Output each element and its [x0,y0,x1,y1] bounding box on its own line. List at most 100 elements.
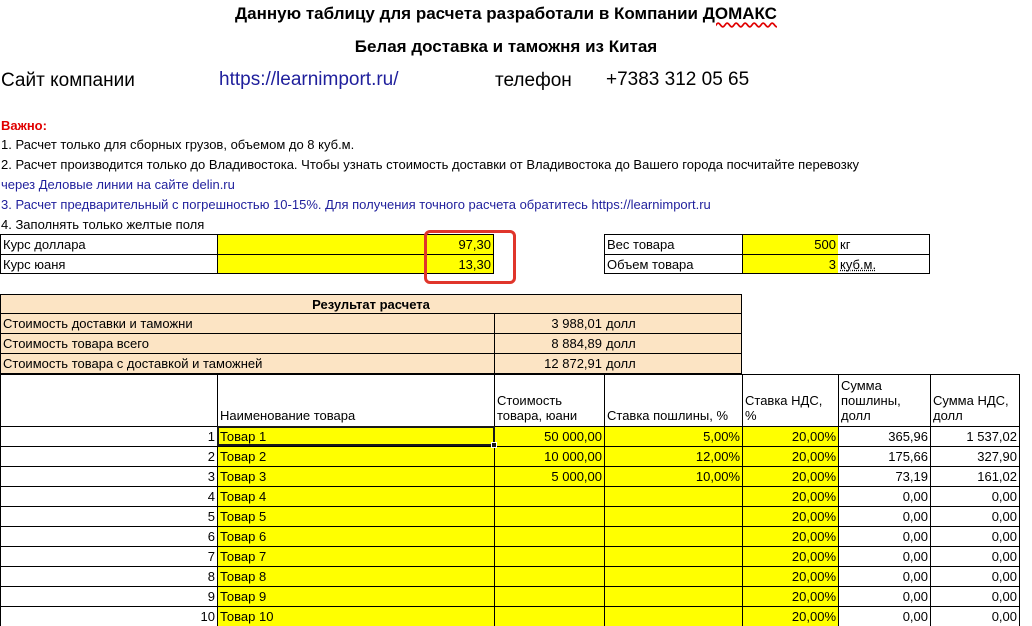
table-row-index: 9 [0,586,217,606]
table-row-name-input[interactable]: Товар 5 [217,506,494,526]
result-row-value: 8 884,89 [494,334,604,354]
fill-handle[interactable] [491,442,497,448]
table-row-vat-sum: 0,00 [930,586,1020,606]
header-vat-rate-text: Ставка НДС, % [745,393,823,423]
table-row-cost-input[interactable]: 50 000,00 [494,426,604,446]
note-line-5: 4. Заполнять только желтые поля [1,217,205,232]
table-row-name-input[interactable]: Товар 2 [217,446,494,466]
table-row-vat-input[interactable]: 20,00% [742,526,838,546]
table-row-vat-input[interactable]: 20,00% [742,446,838,466]
table-row-duty-input[interactable] [604,486,742,506]
table-row-cost-input[interactable] [494,486,604,506]
table-row-vat-input[interactable]: 20,00% [742,566,838,586]
note-line-2: 2. Расчет производится только до Владиво… [1,157,860,172]
table-row-index: 5 [0,506,217,526]
table-row-duty-sum: 0,00 [838,586,930,606]
table-row-duty-sum: 0,00 [838,526,930,546]
table-row-index: 8 [0,566,217,586]
table-row-index: 10 [0,606,217,626]
table-row-duty-sum: 175,66 [838,446,930,466]
table-row-index: 4 [0,486,217,506]
table-row-vat-input[interactable]: 20,00% [742,546,838,566]
rate-highlight-box [424,230,516,284]
volume-input[interactable]: 3 [742,254,838,274]
table-row-duty-input[interactable]: 5,00% [604,426,742,446]
table-row-cost-input[interactable]: 10 000,00 [494,446,604,466]
table-row-duty-sum: 365,96 [838,426,930,446]
table-row-duty-input[interactable] [604,566,742,586]
table-row-name-input[interactable]: Товар 8 [217,566,494,586]
table-row-name-input[interactable]: Товар 7 [217,546,494,566]
table-row-vat-sum: 0,00 [930,566,1020,586]
table-row-duty-input[interactable]: 10,00% [604,466,742,486]
site-label: Сайт компании [1,70,135,91]
title-text: Данную таблицу для расчета разработали в… [235,4,703,23]
result-row-unit: долл [604,314,742,334]
table-row-cost-input[interactable] [494,586,604,606]
company-name: ДОМАКС [702,4,777,23]
result-row-value: 12 872,91 [494,354,604,374]
header-duty-rate: Ставка пошлины, % [604,374,742,426]
table-row-cost-input[interactable] [494,606,604,626]
note-line-4: 3. Расчет предварительный с погрешностью… [1,197,711,212]
site-url-link[interactable]: https://learnimport.ru/ [219,68,399,92]
table-row-name-input[interactable]: Товар 6 [217,526,494,546]
cny-rate-label: Курс юаня [0,254,217,274]
table-row-name-input[interactable]: Товар 3 [217,466,494,486]
table-row-index: 2 [0,446,217,466]
table-row-duty-sum: 0,00 [838,506,930,526]
table-row-index: 7 [0,546,217,566]
header-duty-sum-text: Сумма пошлины, долл [841,378,901,423]
result-row-unit: долл [604,334,742,354]
table-row-vat-sum: 327,90 [930,446,1020,466]
table-row-duty-sum: 0,00 [838,606,930,626]
page-title: Данную таблицу для расчета разработали в… [0,2,1012,26]
table-row-vat-input[interactable]: 20,00% [742,466,838,486]
table-row-vat-sum: 0,00 [930,506,1020,526]
note-line-1: 1. Расчет только для сборных грузов, объ… [1,136,354,154]
table-row-duty-sum: 0,00 [838,486,930,506]
important-label: Важно: [1,118,47,133]
header-vat-rate: Ставка НДС, % [742,374,838,426]
table-row-duty-input[interactable] [604,526,742,546]
selected-cell-outline [217,426,495,446]
table-row-cost-input[interactable] [494,546,604,566]
result-row-label: Стоимость товара всего [0,334,494,354]
volume-unit: куб.м. [838,254,930,274]
weight-input[interactable]: 500 [742,234,838,254]
table-row-duty-input[interactable] [604,606,742,626]
table-row-duty-input[interactable] [604,586,742,606]
table-row-cost-input[interactable] [494,506,604,526]
table-row-vat-input[interactable]: 20,00% [742,586,838,606]
table-row-index: 1 [0,426,217,446]
result-row-value: 3 988,01 [494,314,604,334]
table-row-name-input[interactable]: Товар 10 [217,606,494,626]
result-title: Результат расчета [0,294,742,314]
table-row-duty-input[interactable] [604,506,742,526]
note-text: 1. Расчет только для сборных грузов, объ… [1,137,355,152]
table-row-duty-sum: 0,00 [838,546,930,566]
table-row-vat-input[interactable]: 20,00% [742,486,838,506]
table-row-name-input[interactable]: Товар 4 [217,486,494,506]
weight-unit: кг [838,234,930,254]
table-row-vat-input[interactable]: 20,00% [742,606,838,626]
result-row-unit: долл [604,354,742,374]
table-row-vat-sum: 0,00 [930,606,1020,626]
table-row-cost-input[interactable] [494,566,604,586]
table-row-index: 6 [0,526,217,546]
header-duty-rate-text: Ставка пошлины, % [607,408,728,423]
table-row-vat-input[interactable]: 20,00% [742,426,838,446]
table-row-duty-input[interactable]: 12,00% [604,446,742,466]
table-row-cost-input[interactable]: 5 000,00 [494,466,604,486]
table-row-vat-sum: 1 537,02 [930,426,1020,446]
header-name-text: Наименование товара [220,408,356,423]
table-row-name-input[interactable]: Товар 9 [217,586,494,606]
header-vat-sum-text: Сумма НДС, долл [933,393,1009,423]
page-subtitle: Белая доставка и таможня из Китая [354,37,658,56]
table-row-vat-sum: 0,00 [930,546,1020,566]
table-row-vat-sum: 0,00 [930,526,1020,546]
table-row-cost-input[interactable] [494,526,604,546]
table-row-vat-input[interactable]: 20,00% [742,506,838,526]
note-line-3: через Деловые линии на сайте delin.ru [1,177,235,192]
table-row-duty-input[interactable] [604,546,742,566]
